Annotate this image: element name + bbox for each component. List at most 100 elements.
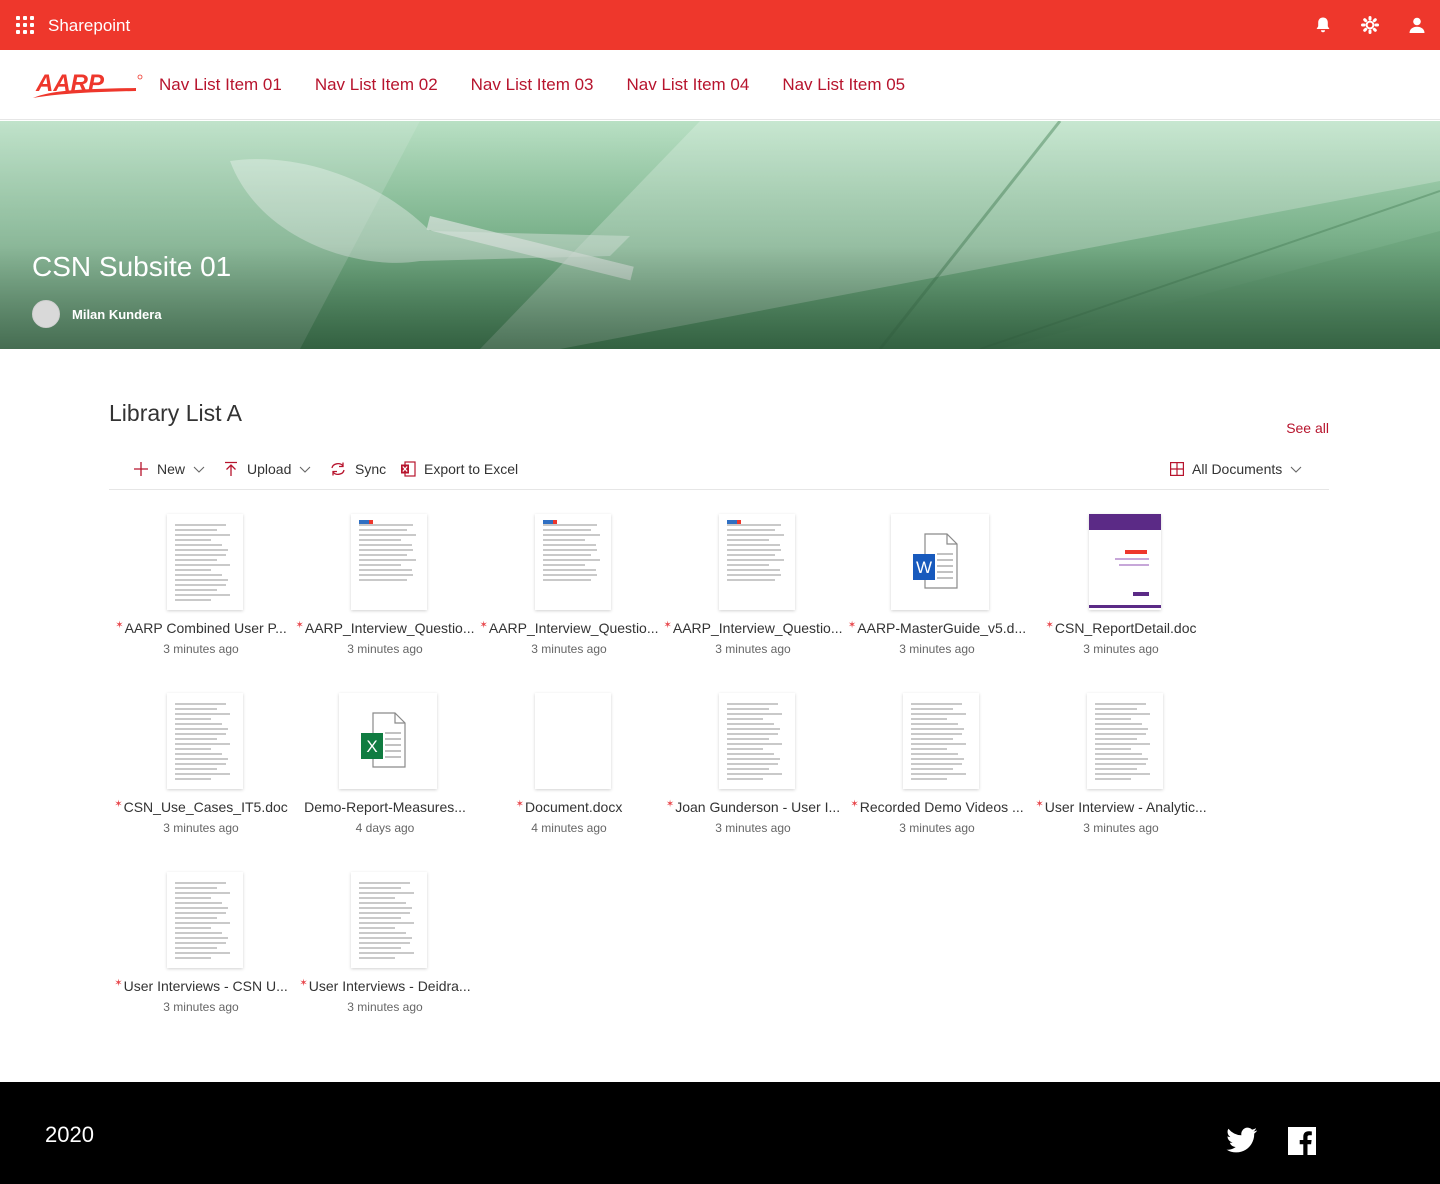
file-name-text: Joan Gunderson - User I...	[675, 799, 841, 815]
file-name-text: AARP_Interview_Questio...	[672, 620, 843, 636]
sync-button[interactable]: Sync	[329, 458, 386, 480]
nav-item-02[interactable]: Nav List Item 02	[315, 75, 438, 95]
file-name-text: CSN_Use_Cases_IT5.doc	[123, 799, 288, 815]
nav-item-03[interactable]: Nav List Item 03	[471, 75, 594, 95]
file-modified-date: 4 minutes ago	[531, 821, 607, 835]
file-name[interactable]: ✶AARP_Interview_Questio...	[293, 620, 477, 636]
file-name[interactable]: ✶User Interviews - Deidra...	[293, 978, 477, 994]
file-name[interactable]: ✶CSN_Use_Cases_IT5.doc	[109, 799, 293, 815]
file-tile[interactable]: ✶CSN_Use_Cases_IT5.doc 3 minutes ago	[109, 691, 293, 851]
file-tile[interactable]: ✶CSN_ReportDetail.doc 3 minutes ago	[1029, 512, 1213, 672]
doc-preview-lines	[175, 703, 235, 783]
file-name-text: AARP_Interview_Questio...	[304, 620, 475, 636]
file-name[interactable]: ✶AARP_Interview_Questio...	[477, 620, 661, 636]
site-owner[interactable]: Milan Kundera	[32, 300, 162, 328]
file-thumbnail: W	[891, 514, 989, 610]
file-tile[interactable]: X Demo-Report-Measures... 4 days ago	[293, 691, 477, 851]
file-tile[interactable]: ✶Joan Gunderson - User I... 3 minutes ago	[661, 691, 845, 851]
file-tile[interactable]: ✶Document.docx 4 minutes ago	[477, 691, 661, 851]
facebook-icon[interactable]	[1288, 1127, 1316, 1155]
owner-name: Milan Kundera	[72, 306, 162, 322]
file-name[interactable]: ✶Joan Gunderson - User I...	[661, 799, 845, 815]
file-tile[interactable]: ✶AARP_Interview_Questio... 3 minutes ago	[661, 512, 845, 672]
chevron-down-icon	[193, 466, 205, 473]
file-name-text: AARP_Interview_Questio...	[488, 620, 659, 636]
gear-icon[interactable]	[1346, 0, 1393, 50]
file-thumbnail	[167, 872, 243, 968]
new-file-icon: ✶	[665, 799, 675, 810]
new-file-icon: ✶	[847, 620, 857, 631]
file-name[interactable]: ✶AARP-MasterGuide_v5.d...	[845, 620, 1029, 636]
new-file-icon: ✶	[515, 799, 525, 810]
file-thumbnail	[535, 693, 611, 789]
new-file-icon: ✶	[1045, 620, 1054, 631]
file-thumbnail	[1087, 693, 1163, 789]
doc-preview-lines	[727, 703, 787, 783]
file-name[interactable]: ✶CSN_ReportDetail.doc	[1029, 620, 1213, 636]
file-modified-date: 3 minutes ago	[1083, 821, 1159, 835]
file-modified-date: 3 minutes ago	[715, 821, 791, 835]
suite-actions	[1299, 0, 1440, 50]
file-name[interactable]: ✶AARP Combined User P...	[109, 620, 293, 636]
hero-overlay	[0, 121, 1440, 349]
file-name[interactable]: ✶Recorded Demo Videos ...	[845, 799, 1029, 815]
see-all-link[interactable]: See all	[1286, 420, 1329, 436]
new-file-icon: ✶	[295, 620, 304, 631]
new-file-icon: ✶	[299, 978, 308, 989]
file-thumbnail	[903, 693, 979, 789]
nav-item-04[interactable]: Nav List Item 04	[626, 75, 749, 95]
logo-text: AARP	[35, 72, 105, 97]
file-name[interactable]: ✶User Interview - Analytic...	[1029, 799, 1213, 815]
file-tile[interactable]: ✶AARP Combined User P... 3 minutes ago	[109, 512, 293, 672]
file-modified-date: 3 minutes ago	[163, 821, 239, 835]
site-nav: Nav List Item 01 Nav List Item 02 Nav Li…	[159, 50, 938, 120]
file-modified-date: 3 minutes ago	[347, 1000, 423, 1014]
sync-label: Sync	[355, 461, 387, 477]
upload-button[interactable]: Upload	[223, 458, 319, 480]
file-tile[interactable]: ✶User Interviews - CSN U... 3 minutes ago	[109, 870, 293, 1030]
doc-preview-lines	[359, 882, 419, 962]
file-tile[interactable]: ✶User Interviews - Deidra... 3 minutes ag…	[293, 870, 477, 1030]
file-tile[interactable]: ✶AARP_Interview_Questio... 3 minutes ago	[477, 512, 661, 672]
file-modified-date: 3 minutes ago	[163, 642, 239, 656]
app-launcher-icon[interactable]	[16, 16, 34, 34]
person-icon[interactable]	[1393, 0, 1440, 50]
upload-label: Upload	[247, 461, 292, 477]
file-name-text: CSN_ReportDetail.doc	[1054, 620, 1197, 636]
file-name[interactable]: Demo-Report-Measures...	[293, 799, 477, 815]
export-to-excel-button[interactable]: Export to Excel	[400, 458, 518, 480]
suite-bar: Sharepoint	[0, 0, 1440, 50]
suite-title[interactable]: Sharepoint	[48, 16, 130, 36]
file-name-text: AARP-MasterGuide_v5.d...	[857, 620, 1027, 636]
bell-icon[interactable]	[1299, 0, 1346, 50]
view-selector[interactable]: All Documents	[1170, 458, 1310, 480]
file-modified-date: 3 minutes ago	[347, 642, 423, 656]
command-bar: New Upload Sync Export to Excel All Docu…	[109, 450, 1329, 490]
svg-text:X: X	[366, 737, 377, 756]
file-name[interactable]: ✶Document.docx	[477, 799, 661, 815]
new-button[interactable]: New	[133, 458, 213, 480]
upload-icon	[225, 461, 237, 476]
file-thumbnail	[351, 872, 427, 968]
file-tile[interactable]: ✶Recorded Demo Videos ... 3 minutes ago	[845, 691, 1029, 851]
aarp-logo[interactable]: AARP	[32, 72, 144, 100]
file-thumbnail	[719, 514, 795, 610]
new-file-icon: ✶	[115, 620, 124, 631]
file-tile[interactable]: ✶AARP_Interview_Questio... 3 minutes ago	[293, 512, 477, 672]
file-name[interactable]: ✶User Interviews - CSN U...	[109, 978, 293, 994]
nav-item-01[interactable]: Nav List Item 01	[159, 75, 282, 95]
file-name[interactable]: ✶AARP_Interview_Questio...	[661, 620, 845, 636]
site-title: CSN Subsite 01	[32, 251, 232, 282]
new-file-icon: ✶	[1035, 799, 1044, 810]
nav-item-05[interactable]: Nav List Item 05	[782, 75, 905, 95]
doc-preview-lines	[911, 703, 971, 783]
sync-icon	[331, 462, 345, 476]
file-modified-date: 4 days ago	[355, 821, 415, 835]
excel-file-icon: X	[361, 712, 406, 768]
doc-preview-lines	[359, 524, 419, 584]
twitter-icon[interactable]	[1226, 1127, 1258, 1155]
file-tile[interactable]: ✶User Interview - Analytic... 3 minutes a…	[1029, 691, 1213, 851]
file-modified-date: 3 minutes ago	[163, 1000, 239, 1014]
doc-preview-lines	[543, 524, 603, 584]
file-tile[interactable]: W ✶AARP-MasterGuide_v5.d... 3 minutes ago	[845, 512, 1029, 672]
